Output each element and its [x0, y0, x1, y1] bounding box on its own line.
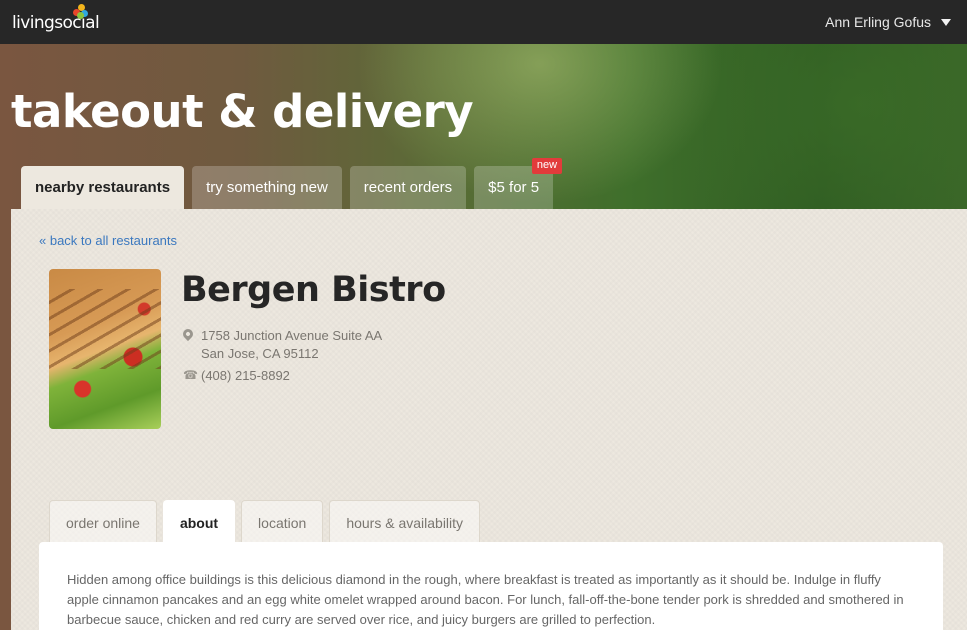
phone-icon: ☎: [183, 368, 198, 382]
restaurant-panel: « back to all restaurants Bergen Bistro …: [11, 209, 967, 630]
tab-order-online[interactable]: order online: [49, 500, 157, 543]
tab-5-for-5-label: $5 for 5: [488, 179, 540, 196]
restaurant-tabs: order online about location hours & avai…: [49, 500, 481, 543]
caret-down-icon: [941, 18, 951, 26]
address-line-1: 1758 Junction Avenue Suite AA: [201, 328, 383, 343]
tab-recent-orders[interactable]: recent orders: [349, 166, 467, 209]
restaurant-name: Bergen Bistro: [181, 270, 446, 310]
about-content: Hidden among office buildings is this de…: [39, 542, 943, 630]
tab-location[interactable]: location: [241, 500, 324, 543]
back-to-restaurants-link[interactable]: « back to all restaurants: [39, 233, 177, 248]
tab-about[interactable]: about: [162, 500, 236, 543]
tab-nearby-restaurants[interactable]: nearby restaurants: [21, 166, 185, 209]
logo-mark-icon: [73, 4, 89, 19]
phone-number[interactable]: (408) 215-8892: [201, 368, 290, 383]
about-text: Hidden among office buildings is this de…: [67, 572, 904, 627]
tab-5-for-5[interactable]: $5 for 5 new: [474, 158, 563, 209]
user-menu[interactable]: Ann Erling Gofus: [825, 14, 951, 30]
restaurant-image: [49, 269, 161, 429]
hero-banner: takeout & delivery nearby restaurants tr…: [0, 44, 967, 630]
user-name: Ann Erling Gofus: [825, 14, 931, 30]
tab-try-something-new[interactable]: try something new: [192, 166, 342, 209]
address-line-2: San Jose, CA 95112: [201, 346, 319, 361]
page-title: takeout & delivery: [11, 85, 474, 138]
top-bar: livingsocial Ann Erling Gofus: [0, 0, 967, 44]
tab-hours-availability[interactable]: hours & availability: [329, 500, 481, 543]
food-photo-icon: [49, 289, 161, 369]
new-badge: new: [531, 158, 563, 174]
main-tabs: nearby restaurants try something new rec…: [21, 158, 563, 209]
map-pin-icon: [180, 326, 196, 342]
